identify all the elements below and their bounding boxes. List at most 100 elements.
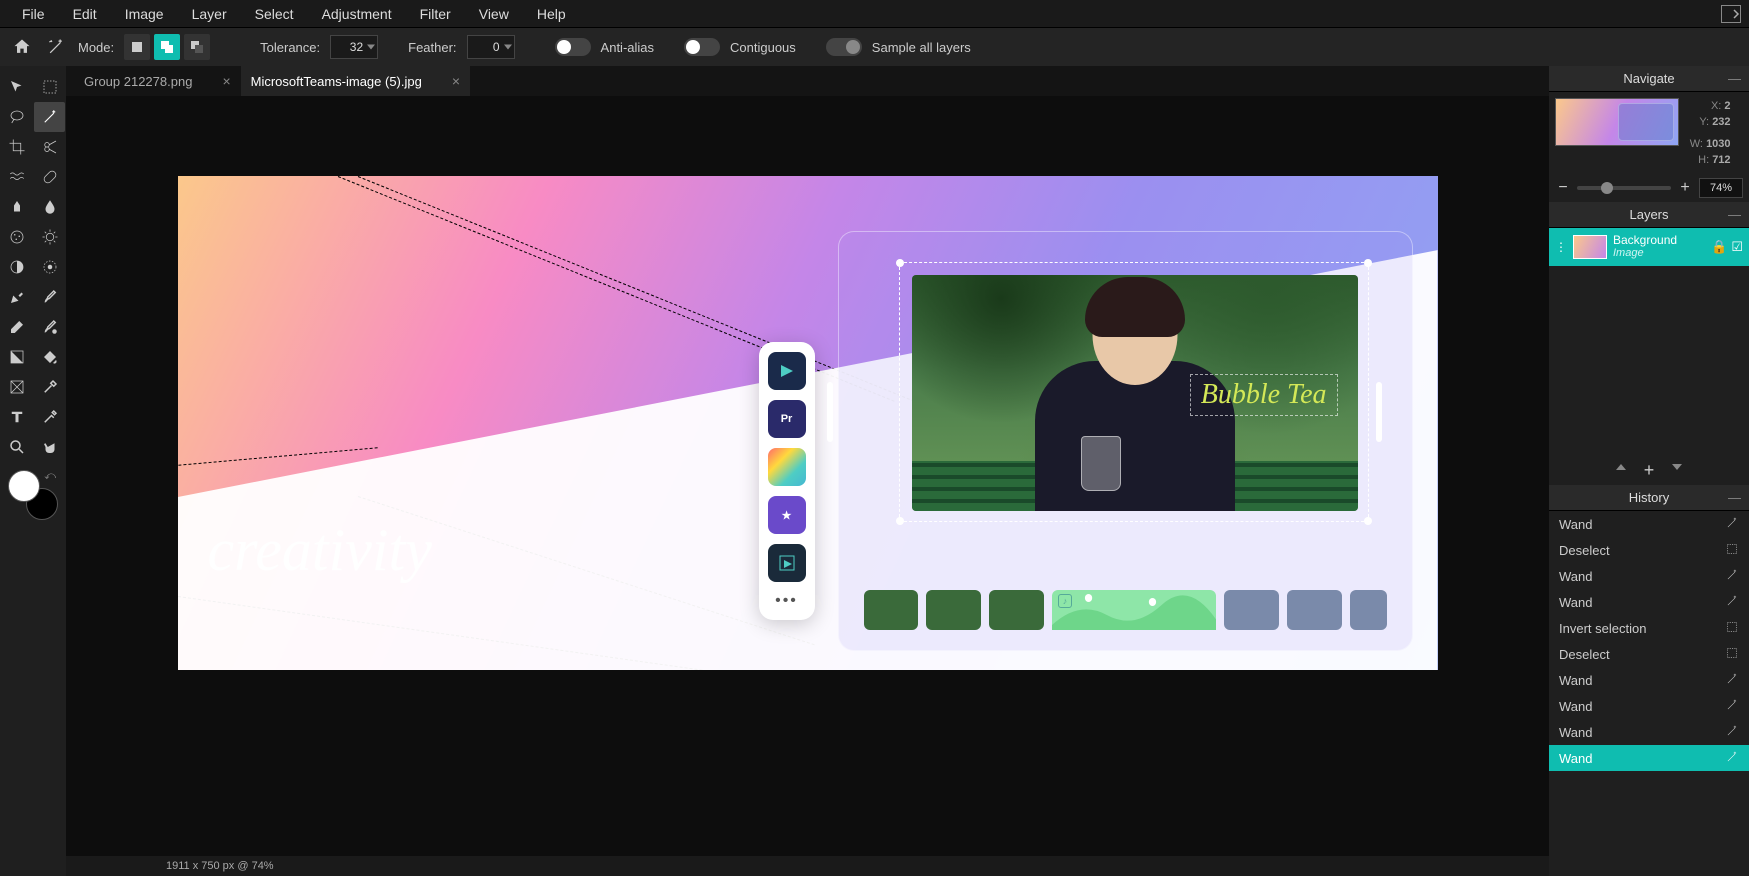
canvas-editor-panel: Pr ★ ••• — [838, 231, 1413, 651]
zoom-slider[interactable] — [1577, 186, 1671, 190]
canvas[interactable]: creativity Pr ★ ••• — [178, 176, 1438, 670]
timeline-clip — [926, 590, 981, 630]
history-item[interactable]: Wand — [1549, 667, 1749, 693]
menu-image[interactable]: Image — [111, 2, 178, 26]
layer-row[interactable]: ⋮ Background Image 🔒 ☑ — [1549, 228, 1749, 266]
navigate-thumbnail[interactable] — [1555, 98, 1679, 146]
picker-tool[interactable] — [34, 372, 65, 402]
panel-minimize-button[interactable]: — — [1728, 207, 1741, 222]
menu-adjustment[interactable]: Adjustment — [308, 2, 406, 26]
blur-tool[interactable] — [34, 192, 65, 222]
document-tab-1[interactable]: MicrosoftTeams-image (5).jpg × — [241, 66, 470, 96]
menu-help[interactable]: Help — [523, 2, 580, 26]
antialias-label: Anti-alias — [601, 40, 654, 55]
zoom-value-input[interactable] — [1699, 178, 1743, 198]
panel-minimize-button[interactable]: — — [1728, 71, 1741, 86]
layer-add-button[interactable]: + — [1644, 460, 1655, 481]
eraser-tool[interactable] — [1, 312, 32, 342]
history-item[interactable]: Invert selection — [1549, 615, 1749, 641]
history-item[interactable]: Wand — [1549, 563, 1749, 589]
swap-colors-icon[interactable]: ⤺ — [44, 470, 56, 483]
document-tab-0[interactable]: Group 212278.png × — [74, 66, 241, 96]
brush-tool[interactable] — [34, 282, 65, 312]
menu-filter[interactable]: Filter — [406, 2, 465, 26]
layer-order-controls: + — [1549, 456, 1749, 485]
mode-subtract-button[interactable] — [184, 34, 210, 60]
marquee-icon — [1725, 620, 1739, 637]
antialias-toggle[interactable] — [555, 38, 591, 56]
history-item[interactable]: Deselect — [1549, 537, 1749, 563]
lasso-tool[interactable] — [1, 102, 32, 132]
menu-layer[interactable]: Layer — [178, 2, 241, 26]
toning-tool[interactable] — [1, 252, 32, 282]
menu-select[interactable]: Select — [241, 2, 308, 26]
nav-y-value: 232 — [1712, 116, 1730, 128]
gradient-tool[interactable] — [1, 342, 32, 372]
layers-panel: ⋮ Background Image 🔒 ☑ — [1549, 228, 1749, 266]
lock-icon[interactable]: 🔒 — [1711, 239, 1727, 255]
temperature-tool[interactable] — [34, 252, 65, 282]
clone-tool[interactable] — [1, 192, 32, 222]
move-tool[interactable] — [1, 72, 32, 102]
layer-drag-handle[interactable]: ⋮ — [1555, 240, 1567, 254]
replace-color-tool[interactable] — [34, 312, 65, 342]
toolbox: ⤺ — [0, 66, 66, 876]
wand-icon — [1725, 568, 1739, 585]
hand-tool[interactable] — [34, 432, 65, 462]
history-item[interactable]: Wand — [1549, 511, 1749, 537]
history-item[interactable]: Wand — [1549, 745, 1749, 771]
layers-title: Layers — [1629, 207, 1668, 222]
liquify-tool[interactable] — [1, 162, 32, 192]
home-button[interactable] — [10, 35, 34, 59]
sample-all-toggle[interactable] — [826, 38, 862, 56]
layer-down-button[interactable] — [1670, 460, 1684, 481]
wand-tool[interactable] — [34, 102, 65, 132]
video-overlay-text: Bubble Tea — [1190, 374, 1338, 416]
history-item[interactable]: Wand — [1549, 589, 1749, 615]
menu-file[interactable]: File — [8, 2, 59, 26]
canvas-viewport[interactable]: creativity Pr ★ ••• — [66, 96, 1549, 856]
tab-close-button[interactable]: × — [222, 73, 230, 89]
timeline-clip — [989, 590, 1044, 630]
timeline-clip — [1224, 590, 1279, 630]
foreground-color[interactable] — [8, 470, 40, 502]
zoom-out-button[interactable]: − — [1555, 180, 1571, 196]
history-item[interactable]: Wand — [1549, 693, 1749, 719]
history-item[interactable]: Deselect — [1549, 641, 1749, 667]
history-item-label: Wand — [1559, 699, 1592, 714]
crop-tool[interactable] — [1, 132, 32, 162]
menu-view[interactable]: View — [465, 2, 523, 26]
panel-toggle-button[interactable] — [1721, 5, 1741, 23]
eyedropper-tool[interactable] — [34, 402, 65, 432]
cutout-tool[interactable] — [34, 132, 65, 162]
app-icon-filmora — [768, 352, 806, 390]
mode-replace-button[interactable] — [124, 34, 150, 60]
history-panel-header: History — — [1549, 485, 1749, 511]
tab-close-button[interactable]: × — [452, 73, 460, 89]
marquee-tool[interactable] — [34, 72, 65, 102]
dodge-tool[interactable] — [34, 222, 65, 252]
pen-tool[interactable] — [1, 282, 32, 312]
color-swatches[interactable]: ⤺ — [8, 470, 58, 520]
heal-tool[interactable] — [34, 162, 65, 192]
timeline-clip — [864, 590, 919, 630]
panel-minimize-button[interactable]: — — [1728, 490, 1741, 505]
canvas-text-creativity: creativity — [208, 516, 432, 585]
status-bar: 1911 x 750 px @ 74% — [66, 856, 1549, 876]
workspace: Group 212278.png × MicrosoftTeams-image … — [66, 66, 1549, 876]
zoom-in-button[interactable]: + — [1677, 180, 1693, 196]
contiguous-toggle[interactable] — [684, 38, 720, 56]
history-item[interactable]: Wand — [1549, 719, 1749, 745]
fill-tool[interactable] — [34, 342, 65, 372]
layer-up-button[interactable] — [1614, 460, 1628, 481]
history-item-label: Wand — [1559, 517, 1592, 532]
app-toolbar: Pr ★ ••• — [759, 342, 815, 620]
zoom-tool[interactable] — [1, 432, 32, 462]
shape-tool[interactable] — [1, 372, 32, 402]
timeline-audio-clip: ♪ — [1052, 590, 1216, 630]
visibility-checkbox[interactable]: ☑ — [1731, 239, 1743, 255]
mode-add-button[interactable] — [154, 34, 180, 60]
sponge-tool[interactable] — [1, 222, 32, 252]
text-tool[interactable] — [1, 402, 32, 432]
menu-edit[interactable]: Edit — [59, 2, 111, 26]
